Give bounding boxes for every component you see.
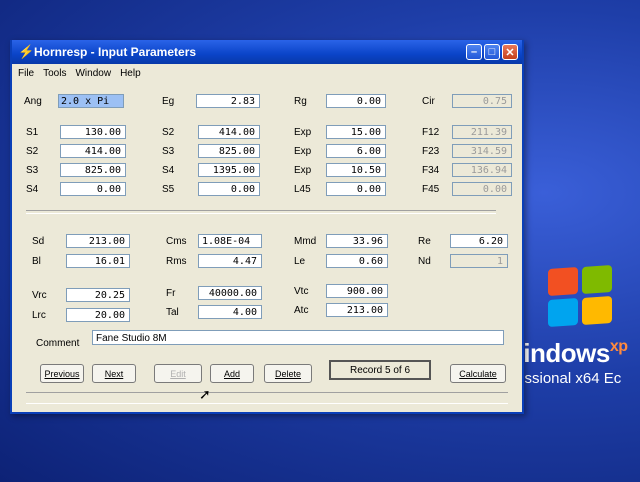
sd-field[interactable]: 213.00: [66, 234, 130, 248]
vrc-field[interactable]: 20.25: [66, 288, 130, 302]
cir-label: Cir: [422, 96, 435, 107]
menu-bar: File Tools Window Help: [12, 64, 522, 82]
le-field[interactable]: 0.60: [326, 254, 388, 268]
rms-field[interactable]: 4.47: [198, 254, 262, 268]
s3-field[interactable]: 825.00: [198, 144, 260, 158]
wallpaper-edition: fessional x64 Ec: [512, 370, 622, 387]
delete-button[interactable]: Delete: [264, 364, 312, 383]
lrc-label: Lrc: [32, 310, 46, 321]
close-icon[interactable]: ✕: [502, 44, 518, 60]
s4b-label: S4: [26, 184, 39, 195]
menu-tools[interactable]: Tools: [43, 68, 66, 79]
exp3-label: Exp: [294, 165, 312, 176]
s1-field[interactable]: 130.00: [60, 125, 126, 139]
hornresp-window: ⚡ Hornresp - Input Parameters – □ ✕ File…: [10, 40, 524, 414]
cms-label: Cms: [166, 236, 187, 247]
next-button[interactable]: Next: [92, 364, 136, 383]
ang-field[interactable]: 2.0 x Pi: [58, 94, 124, 108]
menu-help[interactable]: Help: [120, 68, 141, 79]
nd-label: Nd: [418, 256, 431, 267]
l45-label: L45: [294, 184, 311, 195]
s2-label: S2: [162, 127, 175, 138]
le-label: Le: [294, 256, 306, 267]
f23-label: F23: [422, 146, 440, 157]
bl-field[interactable]: 16.01: [66, 254, 130, 268]
mouse-cursor-icon: ➚: [199, 386, 211, 402]
f12-label: F12: [422, 127, 440, 138]
wallpaper-brand: oftindowsxp: [512, 338, 628, 368]
s4-label: S4: [162, 165, 175, 176]
comment-field[interactable]: Fane Studio 8M: [92, 330, 504, 345]
record-indicator: Record 5 of 6: [329, 360, 431, 380]
fr-label: Fr: [166, 288, 176, 299]
windows-logo: [548, 264, 616, 330]
minimize-icon[interactable]: –: [466, 44, 482, 60]
previous-button[interactable]: Previous: [40, 364, 84, 383]
sd-label: Sd: [32, 236, 45, 247]
f23-field: 314.59: [452, 144, 512, 158]
rg-field[interactable]: 0.00: [326, 94, 386, 108]
exp3-field[interactable]: 10.50: [326, 163, 386, 177]
maximize-icon[interactable]: □: [484, 44, 500, 60]
atc-field[interactable]: 213.00: [326, 303, 388, 317]
re-label: Re: [418, 236, 431, 247]
s2b-label: S2: [26, 146, 39, 157]
menu-file[interactable]: File: [18, 68, 34, 79]
f34-field: 136.94: [452, 163, 512, 177]
add-button[interactable]: Add: [210, 364, 254, 383]
s3-label: S3: [162, 146, 175, 157]
section-divider: [26, 210, 496, 214]
vrc-label: Vrc: [32, 290, 47, 301]
s5-label: S5: [162, 184, 175, 195]
tal-label: Tal: [166, 307, 179, 318]
comment-label: Comment: [36, 338, 80, 349]
s1-label: S1: [26, 127, 39, 138]
status-bar: [26, 392, 508, 404]
edit-button: Edit: [154, 364, 202, 383]
exp2-field[interactable]: 6.00: [326, 144, 386, 158]
fr-field[interactable]: 40000.00: [198, 286, 262, 300]
s5-field[interactable]: 0.00: [198, 182, 260, 196]
tal-field[interactable]: 4.00: [198, 305, 262, 319]
exp2-label: Exp: [294, 146, 312, 157]
nd-field: 1: [450, 254, 508, 268]
f34-label: F34: [422, 165, 440, 176]
s2b-field[interactable]: 414.00: [60, 144, 126, 158]
mmd-label: Mmd: [294, 236, 317, 247]
eg-label: Eg: [162, 96, 175, 107]
rms-label: Rms: [166, 256, 187, 267]
ang-label: Ang: [24, 96, 42, 107]
vtc-field[interactable]: 900.00: [326, 284, 388, 298]
lrc-field[interactable]: 20.00: [66, 308, 130, 322]
s3b-label: S3: [26, 165, 39, 176]
hornresp-app-icon: ⚡: [18, 44, 35, 59]
f12-field: 211.39: [452, 125, 512, 139]
vtc-label: Vtc: [294, 286, 309, 297]
s4b-field[interactable]: 0.00: [60, 182, 126, 196]
calculate-button[interactable]: Calculate: [450, 364, 506, 383]
re-field[interactable]: 6.20: [450, 234, 508, 248]
s4-field[interactable]: 1395.00: [198, 163, 260, 177]
f45-label: F45: [422, 184, 440, 195]
eg-field[interactable]: 2.83: [196, 94, 260, 108]
cms-field[interactable]: 1.08E-04: [198, 234, 262, 248]
parameters-panel: Ang 2.0 x Pi Eg 2.83 Rg 0.00 Cir 0.75 S1…: [12, 82, 522, 412]
cir-field: 0.75: [452, 94, 512, 108]
title-bar[interactable]: ⚡ Hornresp - Input Parameters – □ ✕: [12, 40, 522, 64]
window-title: Hornresp - Input Parameters: [34, 45, 197, 59]
l45-field[interactable]: 0.00: [326, 182, 386, 196]
menu-window[interactable]: Window: [75, 68, 111, 79]
exp1-label: Exp: [294, 127, 312, 138]
mmd-field[interactable]: 33.96: [326, 234, 388, 248]
exp1-field[interactable]: 15.00: [326, 125, 386, 139]
f45-field: 0.00: [452, 182, 512, 196]
s2-field[interactable]: 414.00: [198, 125, 260, 139]
s3b-field[interactable]: 825.00: [60, 163, 126, 177]
rg-label: Rg: [294, 96, 307, 107]
bl-label: Bl: [32, 256, 41, 267]
atc-label: Atc: [294, 305, 309, 316]
